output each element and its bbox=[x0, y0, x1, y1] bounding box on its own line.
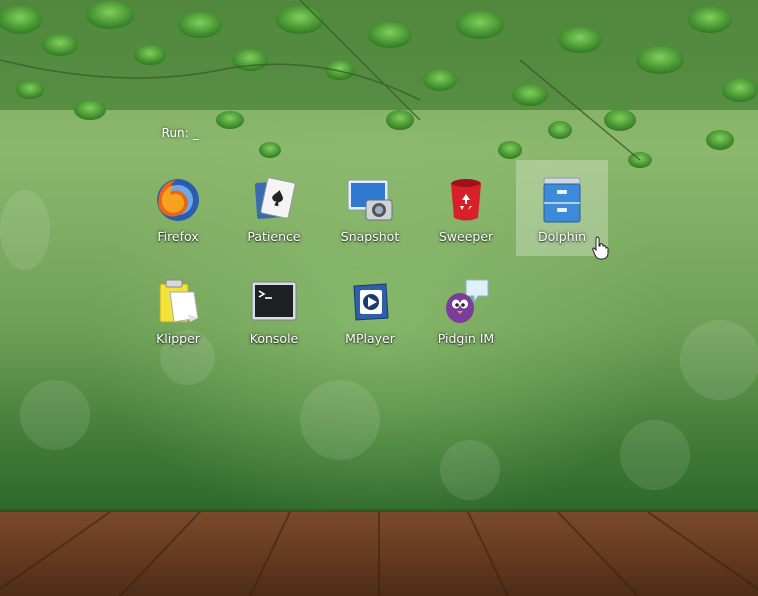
app-launcher-pidgin[interactable]: Pidgin IM bbox=[420, 262, 512, 358]
app-launcher-sweeper[interactable]: Sweeper bbox=[420, 160, 512, 256]
app-label: Dolphin bbox=[538, 229, 586, 244]
bokeh-light bbox=[300, 380, 380, 460]
terminal-icon bbox=[251, 281, 297, 321]
camera-monitor-icon bbox=[347, 179, 393, 221]
playing-card-icon bbox=[254, 177, 296, 219]
app-label: Snapshot bbox=[340, 229, 400, 244]
app-label: Firefox bbox=[157, 229, 199, 244]
file-cabinet-icon bbox=[543, 177, 581, 223]
text-cursor: _ bbox=[192, 126, 199, 140]
bokeh-light bbox=[620, 420, 690, 490]
bokeh-light bbox=[680, 320, 758, 400]
bokeh-light bbox=[0, 190, 50, 270]
bokeh-light bbox=[20, 380, 90, 450]
app-launcher-klipper[interactable]: Klipper bbox=[132, 262, 224, 358]
recycle-bin-icon bbox=[451, 179, 481, 221]
hand-pointer-icon bbox=[592, 236, 609, 260]
media-player-icon bbox=[353, 283, 389, 321]
run-prompt[interactable]: Run: _ bbox=[154, 112, 199, 140]
app-launcher-patience[interactable]: Patience bbox=[228, 160, 320, 256]
clipboard-icon bbox=[159, 279, 199, 323]
app-label: Klipper bbox=[156, 331, 200, 346]
pidgin-bird-icon bbox=[446, 279, 489, 323]
app-launcher-firefox[interactable]: Firefox bbox=[132, 160, 224, 256]
app-label: Sweeper bbox=[438, 229, 494, 244]
app-label: MPlayer bbox=[345, 331, 395, 346]
app-label: Pidgin IM bbox=[437, 331, 495, 346]
app-label: Konsole bbox=[249, 331, 299, 346]
wooden-floor bbox=[0, 512, 758, 596]
run-prompt-label: Run: bbox=[161, 126, 189, 140]
bokeh-light bbox=[440, 440, 500, 500]
app-label: Patience bbox=[247, 229, 301, 244]
app-launcher-snapshot[interactable]: Snapshot bbox=[324, 160, 416, 256]
app-launcher-mplayer[interactable]: MPlayer bbox=[324, 262, 416, 358]
firefox-icon bbox=[157, 179, 199, 221]
app-launcher-konsole[interactable]: Konsole bbox=[228, 262, 320, 358]
